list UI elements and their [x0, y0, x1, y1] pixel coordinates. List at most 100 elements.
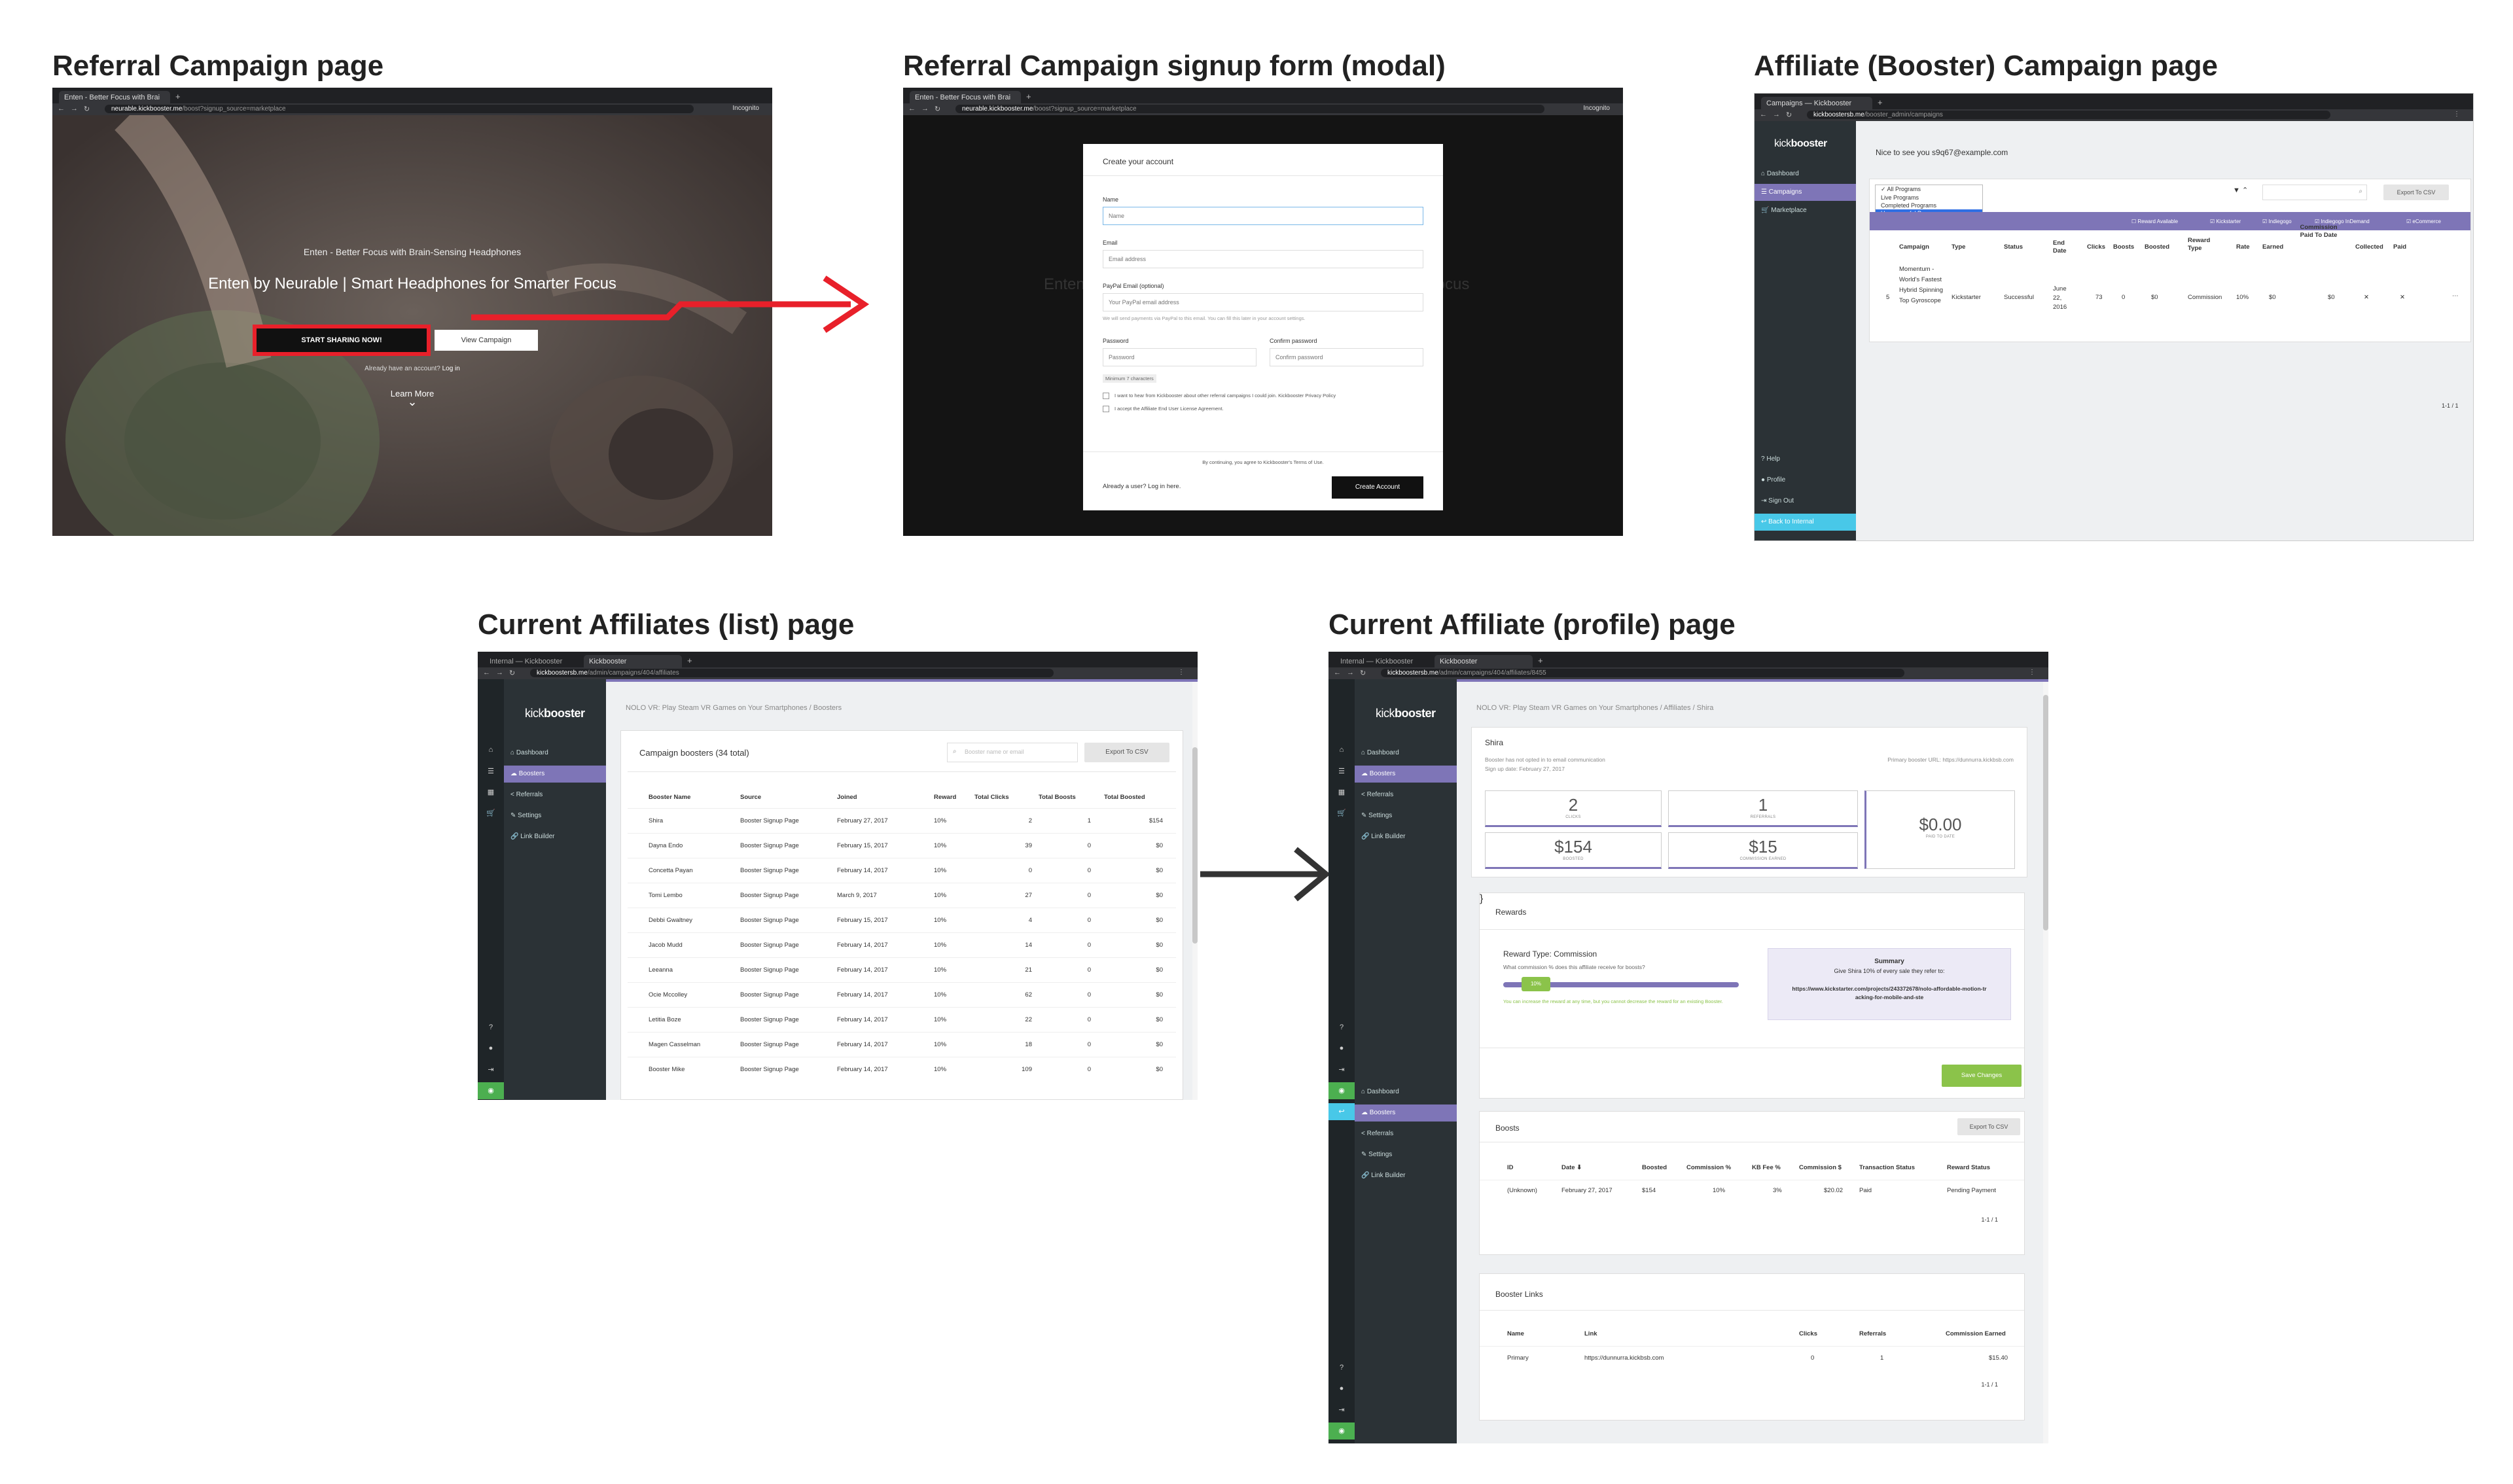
user-icon[interactable]: ●: [478, 1040, 504, 1057]
scrollbar[interactable]: [2043, 682, 2048, 1443]
col-commission-paid[interactable]: Commission Paid To Date: [2295, 224, 2342, 239]
cell-name[interactable]: Debbi Gwaltney: [649, 917, 727, 924]
chevron-down-icon[interactable]: ⌄: [52, 395, 772, 409]
sign-out-icon[interactable]: ⇥: [1328, 1402, 1355, 1419]
home-icon[interactable]: ⌂: [478, 742, 504, 759]
cell-name[interactable]: Magen Casselman: [649, 1041, 727, 1048]
sidebar-item-dashboard[interactable]: ⌂ Dashboard: [1355, 1084, 1457, 1101]
col-status[interactable]: Status: [2004, 243, 2023, 251]
forward-icon[interactable]: →: [921, 105, 929, 113]
cell-name[interactable]: Booster Mike: [649, 1066, 727, 1073]
browser-tab-internal[interactable]: Internal — Kickbooster: [484, 655, 582, 668]
sidebar-item-link-builder[interactable]: 🔗 Link Builder: [1355, 828, 1457, 845]
new-tab-icon[interactable]: +: [1878, 97, 1883, 107]
sidebar-item-dashboard[interactable]: ⌂ Dashboard: [1755, 166, 1856, 183]
col-commission-pct[interactable]: Commission %: [1686, 1164, 1731, 1171]
sidebar-item-link-builder[interactable]: 🔗 Link Builder: [504, 828, 606, 845]
sidebar-item-referrals[interactable]: < Referrals: [1355, 1125, 1457, 1142]
address-bar[interactable]: kickboostersb.me/booster_admin/campaigns: [1807, 111, 2330, 119]
sign-out-icon[interactable]: ⇥: [1328, 1061, 1355, 1078]
eula-checkbox[interactable]: [1103, 406, 1109, 412]
col-clicks[interactable]: Clicks: [2087, 243, 2105, 251]
cell-name[interactable]: Leeanna: [649, 966, 727, 974]
new-tab-icon[interactable]: +: [687, 656, 692, 665]
building-icon[interactable]: ▦: [478, 784, 504, 801]
paypal-field[interactable]: [1103, 293, 1423, 311]
col-booster-name[interactable]: Booster Name: [649, 794, 690, 801]
new-tab-icon[interactable]: +: [1026, 92, 1031, 101]
forward-icon[interactable]: →: [1347, 669, 1354, 677]
sidebar-item-boosters[interactable]: ☁ Boosters: [504, 766, 606, 783]
table-row[interactable]: Magen Casselman Booster Signup Page Februa…: [628, 1032, 1176, 1057]
cell-name[interactable]: Jacob Mudd: [649, 942, 727, 949]
reload-icon[interactable]: ↻: [84, 105, 90, 113]
cell-name[interactable]: Dayna Endo: [649, 842, 727, 849]
col-total-boosts[interactable]: Total Boosts: [1039, 794, 1076, 801]
browser-tab[interactable]: Kickbooster: [584, 655, 682, 668]
cell-name[interactable]: Shira: [649, 817, 727, 824]
col-paid[interactable]: Paid: [2393, 243, 2406, 251]
back-icon[interactable]: ←: [1760, 111, 1767, 118]
reload-icon[interactable]: ↻: [1786, 111, 1792, 119]
reload-icon[interactable]: ↻: [935, 105, 940, 113]
col-total-boosted[interactable]: Total Boosted: [1104, 794, 1145, 801]
reload-icon[interactable]: ↻: [509, 669, 515, 677]
back-to-internal-button[interactable]: ↩ Back to Internal: [1755, 514, 1856, 531]
browser-tab[interactable]: Enten - Better Focus with Brai: [910, 91, 1021, 104]
export-csv-button[interactable]: Export To CSV: [1084, 743, 1169, 762]
table-row[interactable]: Leeanna Booster Signup Page February 14, 2…: [628, 957, 1176, 982]
col-name[interactable]: Name: [1507, 1330, 1524, 1337]
table-row[interactable]: 5 Momentum - World's Fastest Hybrid Spin…: [1870, 261, 2470, 340]
home-icon[interactable]: ⌂: [1328, 742, 1355, 759]
export-csv-button[interactable]: Export To CSV: [2383, 185, 2449, 200]
browser-tab[interactable]: Enten - Better Focus with Brai: [59, 91, 170, 104]
table-row[interactable]: Debbi Gwaltney Booster Signup Page Februar…: [628, 908, 1176, 932]
table-row[interactable]: Primary https://dunnurra.kickbsb.com 0 1…: [1480, 1346, 2024, 1366]
col-referrals[interactable]: Referrals: [1859, 1330, 1886, 1337]
more-menu-icon[interactable]: ⋯: [2452, 292, 2459, 300]
help-icon[interactable]: ?: [1328, 1360, 1355, 1377]
password-field[interactable]: [1103, 348, 1256, 366]
search-input[interactable]: ⌕: [2262, 185, 2367, 200]
col-commission-dollar[interactable]: Commission $: [1799, 1164, 1842, 1171]
help-icon[interactable]: ?: [478, 1019, 504, 1036]
col-source[interactable]: Source: [740, 794, 761, 801]
filter-option[interactable]: ✓ All Programs: [1876, 185, 1982, 194]
sidebar-item-settings[interactable]: ✎ Settings: [1355, 1146, 1457, 1163]
sidebar-item-dashboard[interactable]: ⌂ Dashboard: [1355, 745, 1457, 762]
export-csv-button[interactable]: Export To CSV: [1957, 1118, 2020, 1135]
forward-icon[interactable]: →: [496, 669, 503, 677]
sidebar-item-link-builder[interactable]: 🔗 Link Builder: [1355, 1167, 1457, 1184]
sidebar-item-profile[interactable]: ● Profile: [1755, 472, 1856, 489]
start-sharing-button[interactable]: START SHARING NOW!: [253, 325, 431, 356]
col-kb-fee[interactable]: KB Fee %: [1752, 1164, 1781, 1171]
eye-icon[interactable]: ◉: [478, 1082, 504, 1099]
cell-name[interactable]: Letitia Boze: [649, 1016, 727, 1023]
confirm-field[interactable]: [1270, 348, 1423, 366]
filter-option[interactable]: Live Programs: [1876, 194, 1982, 202]
list-icon[interactable]: ☰: [1328, 763, 1355, 780]
col-earned[interactable]: Earned: [2262, 243, 2283, 251]
col-reward-type[interactable]: Reward Type: [2188, 237, 2215, 253]
sidebar-item-boosters[interactable]: ☁ Boosters: [1355, 766, 1457, 783]
forward-icon[interactable]: →: [71, 105, 78, 113]
sidebar-item-settings[interactable]: ✎ Settings: [504, 807, 606, 824]
row-campaign[interactable]: Momentum - World's Fastest Hybrid Spinni…: [1899, 264, 1945, 306]
extensions-icon[interactable]: ⋮: [1178, 669, 1185, 676]
sidebar-item-dashboard[interactable]: ⌂ Dashboard: [504, 745, 606, 762]
extensions-icon[interactable]: ⋮: [2453, 111, 2460, 118]
sidebar-item-marketplace[interactable]: 🛒 Marketplace: [1755, 202, 1856, 219]
login-link[interactable]: Already a user? Log in here.: [1103, 483, 1181, 490]
sidebar-item-referrals[interactable]: < Referrals: [504, 786, 606, 804]
browser-tab-internal[interactable]: Internal — Kickbooster: [1335, 655, 1433, 668]
save-changes-button[interactable]: Save Changes: [1942, 1065, 2022, 1087]
table-row[interactable]: (Unknown) February 27, 2017 $154 10% 3% …: [1480, 1180, 2024, 1198]
table-row[interactable]: Dayna Endo Booster Signup Page February 15…: [628, 833, 1176, 858]
new-tab-icon[interactable]: +: [1538, 656, 1543, 665]
cart-icon[interactable]: 🛒: [1328, 805, 1355, 822]
filter-option[interactable]: Completed Programs: [1876, 202, 1982, 209]
new-tab-icon[interactable]: +: [175, 92, 181, 101]
table-row[interactable]: Letitia Boze Booster Signup Page February …: [628, 1007, 1176, 1032]
eye-icon[interactable]: ◉: [1328, 1422, 1355, 1440]
slider-handle[interactable]: 10%: [1522, 977, 1550, 991]
